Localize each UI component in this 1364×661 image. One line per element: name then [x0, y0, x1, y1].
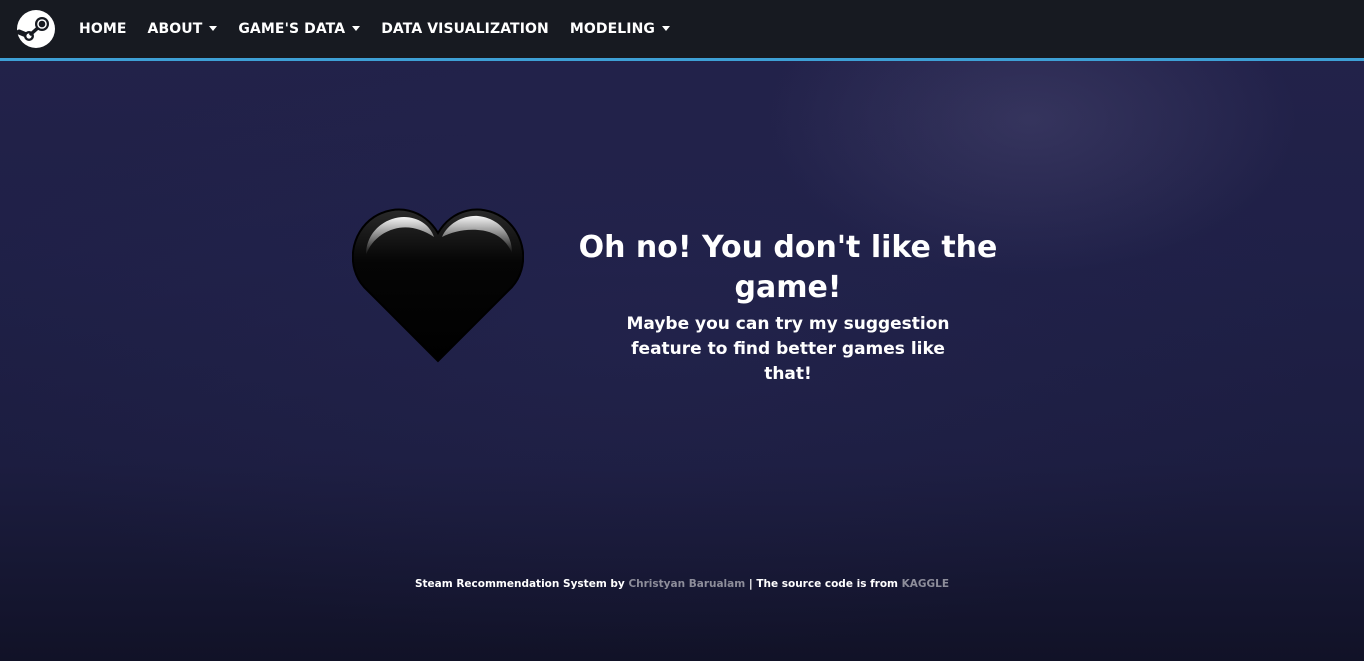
message-block: Oh no! You don't like the game! Maybe yo…: [538, 228, 1038, 387]
footer: Steam Recommendation System by Christyan…: [0, 578, 1364, 590]
nav-data-visualization-label: DATA VISUALIZATION: [381, 21, 549, 37]
nav-modeling-dropdown[interactable]: MODELING: [570, 21, 670, 37]
page-subtitle: Maybe you can try my suggestion feature …: [626, 314, 950, 384]
nav-data-visualization[interactable]: DATA VISUALIZATION: [381, 21, 549, 37]
kaggle-link[interactable]: KAGGLE: [902, 578, 949, 590]
nav-home-label: HOME: [79, 21, 127, 37]
page-title: Oh no! You don't like the game!: [578, 230, 998, 305]
author-link[interactable]: Christyan Barualam: [628, 578, 745, 590]
steam-logo-icon[interactable]: [16, 9, 56, 49]
nav-links: HOME ABOUT GAME'S DATA DATA VISUALIZATIO…: [79, 0, 691, 58]
footer-separator: | The source code is from: [745, 578, 902, 590]
caret-down-icon: [209, 25, 218, 31]
caret-down-icon: [352, 25, 361, 31]
footer-prefix: Steam Recommendation System by: [414, 578, 629, 590]
nav-home[interactable]: HOME: [79, 21, 127, 37]
nav-modeling-label: MODELING: [569, 21, 655, 37]
nav-games-data-dropdown[interactable]: GAME'S DATA: [238, 21, 361, 37]
nav-games-data-label: GAME'S DATA: [238, 21, 346, 37]
nav-about-dropdown[interactable]: ABOUT: [148, 21, 218, 37]
top-navbar: HOME ABOUT GAME'S DATA DATA VISUALIZATIO…: [0, 0, 1364, 61]
caret-down-icon: [662, 25, 670, 31]
black-heart-icon: [351, 203, 525, 363]
nav-about-label: ABOUT: [147, 21, 203, 37]
